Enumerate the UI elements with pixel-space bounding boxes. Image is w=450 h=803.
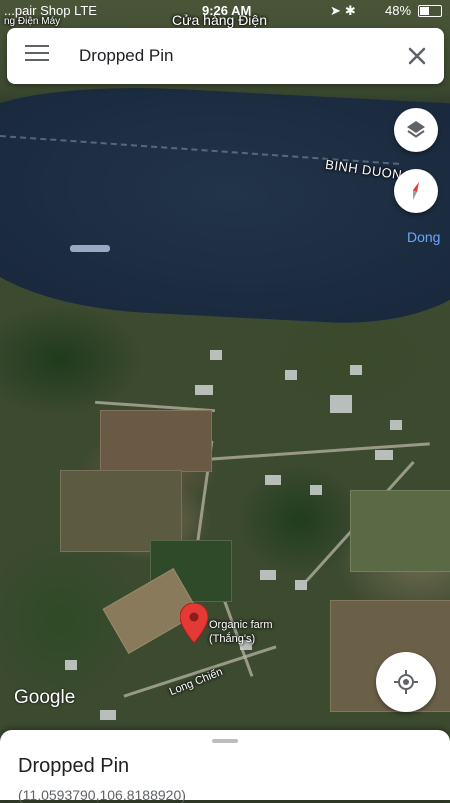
sheet-title: Dropped Pin — [18, 755, 130, 777]
field — [100, 410, 212, 472]
place-name-label[interactable]: Organic farm — [209, 619, 273, 631]
bluetooth-icon: ✱ — [344, 3, 360, 18]
compass-icon — [413, 182, 419, 200]
boat — [70, 245, 110, 252]
sheet-drag-handle[interactable] — [212, 739, 238, 743]
layers-icon — [407, 121, 425, 138]
building — [285, 370, 297, 380]
compass-button[interactable] — [394, 169, 438, 213]
building — [330, 395, 352, 413]
location-arrow-icon: ➤ — [330, 3, 345, 18]
building — [65, 660, 77, 670]
field — [350, 490, 450, 572]
search-bar-title[interactable]: Dropped Pin — [79, 46, 174, 66]
building — [100, 710, 116, 720]
bottom-sheet[interactable]: Dropped Pin (11.0593790,106.8188920) — [0, 730, 450, 803]
building — [195, 385, 213, 395]
my-location-icon — [394, 670, 418, 694]
battery-icon — [418, 5, 442, 17]
close-icon[interactable] — [403, 42, 431, 70]
search-bar[interactable]: Dropped Pin — [7, 28, 444, 84]
area-label: Dong — [407, 229, 441, 245]
status-bar: ...pair Shop LTE 9:26 AM ➤✱ 48% — [0, 0, 450, 22]
building — [265, 475, 281, 485]
dropped-pin-marker[interactable] — [179, 602, 209, 648]
clock: 9:26 AM — [202, 3, 252, 18]
building — [295, 580, 307, 590]
building — [260, 570, 276, 580]
battery-percent: 48% — [385, 3, 412, 18]
layers-button[interactable] — [394, 108, 438, 152]
road — [210, 442, 430, 461]
building — [350, 365, 362, 375]
status-icons: ➤✱ — [330, 3, 360, 19]
place-subname-label[interactable]: (Thắng's) — [209, 633, 255, 645]
building — [390, 420, 402, 430]
google-logo: Google — [14, 687, 76, 708]
building — [375, 450, 393, 460]
road — [123, 645, 277, 698]
coordinates-text: (11.0593790,106.8188920) — [18, 787, 186, 803]
my-location-button[interactable] — [376, 652, 436, 712]
river — [0, 78, 450, 331]
building — [210, 350, 222, 360]
building — [310, 485, 322, 495]
hamburger-menu-icon[interactable] — [25, 45, 49, 67]
carrier-label: ...pair Shop LTE — [4, 3, 97, 18]
